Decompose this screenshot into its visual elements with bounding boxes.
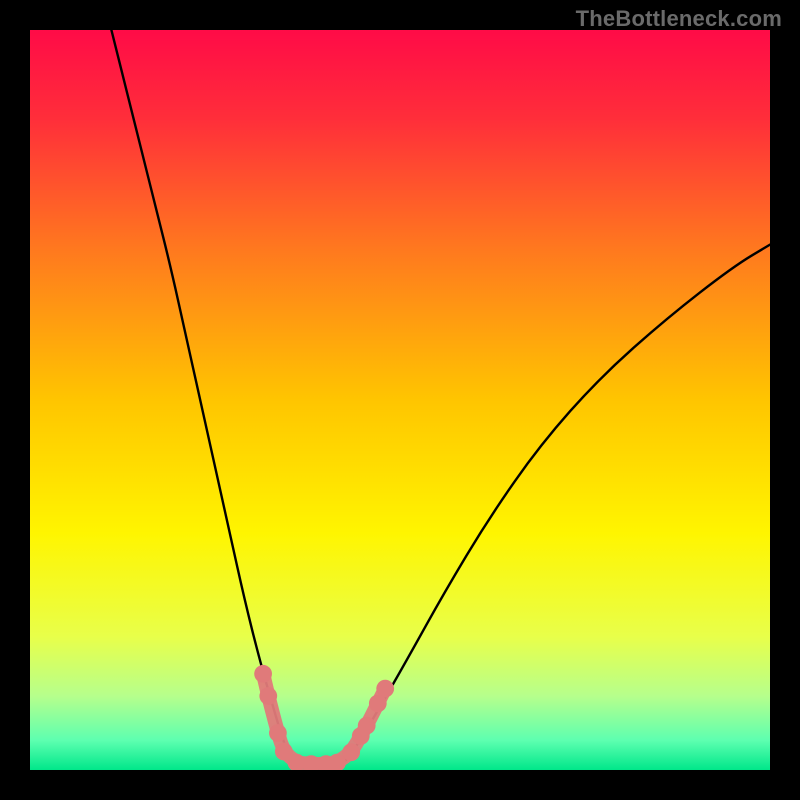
chart-frame: TheBottleneck.com: [0, 0, 800, 800]
bottleneck-curve-chart: [30, 30, 770, 770]
watermark-text: TheBottleneck.com: [576, 6, 782, 32]
marker-point-8: [342, 743, 360, 761]
plot-area: [30, 30, 770, 770]
marker-point-0: [254, 665, 272, 683]
marker-point-2: [269, 724, 287, 742]
marker-point-1: [259, 687, 277, 705]
marker-point-10: [358, 717, 376, 735]
gradient-background: [30, 30, 770, 770]
marker-point-12: [376, 680, 394, 698]
